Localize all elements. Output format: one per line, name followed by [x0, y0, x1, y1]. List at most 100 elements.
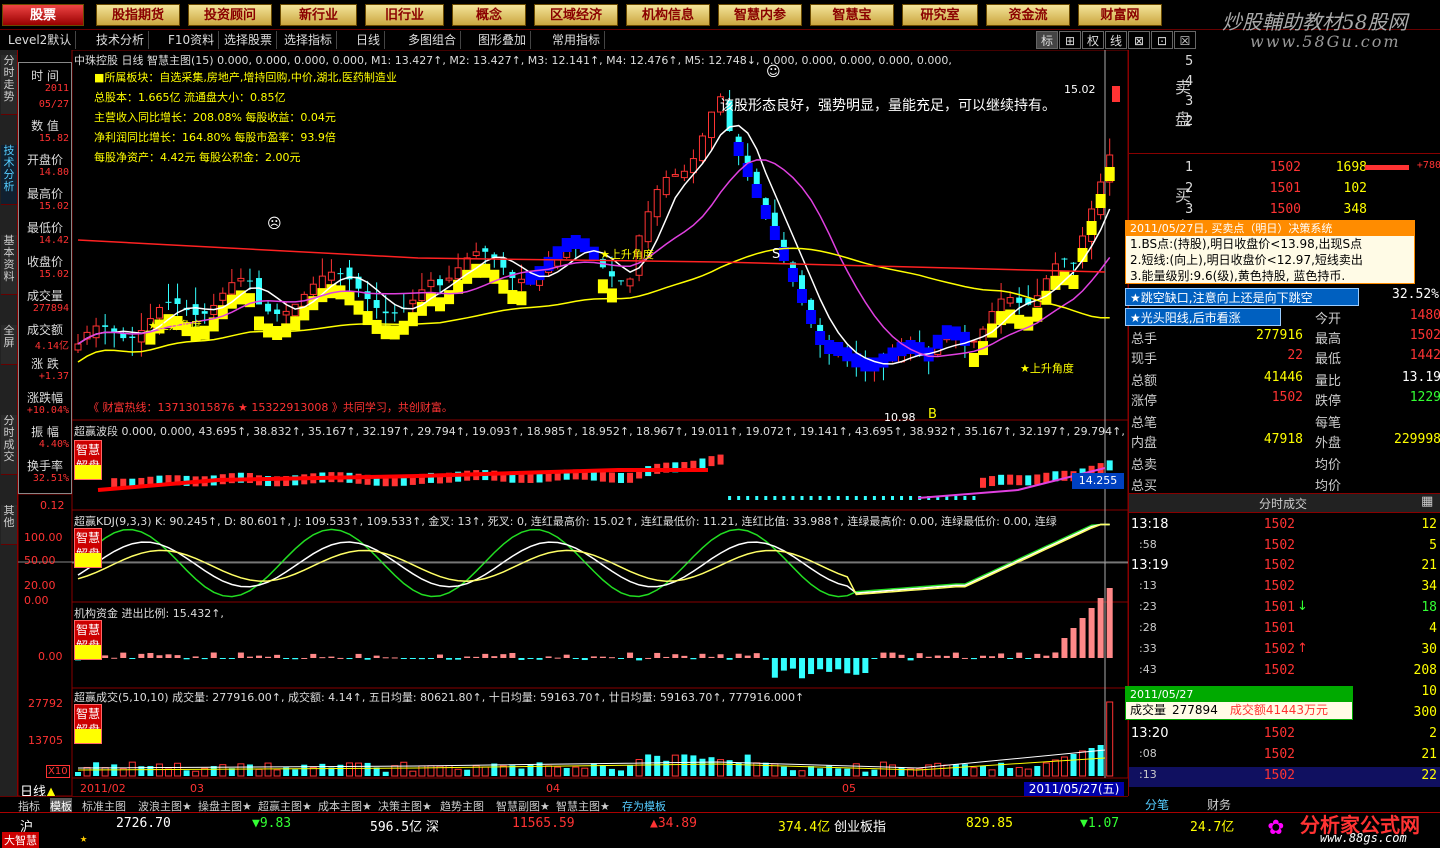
volume-bar: [835, 768, 842, 776]
menu-item-9[interactable]: 智慧宝: [810, 4, 894, 26]
volume-bar: [1106, 701, 1114, 777]
energy-block: [1050, 275, 1061, 290]
toolbar-item-1[interactable]: 技术分析: [92, 31, 150, 49]
candle-body-down: [201, 311, 208, 314]
toolbar-right-btn-2[interactable]: 权: [1082, 31, 1104, 49]
menu-item-4[interactable]: 旧行业: [365, 4, 444, 26]
toolbar-right-btn-1[interactable]: ⊞: [1059, 31, 1081, 49]
fund-bar: [735, 653, 742, 658]
quote-right-value-4: 1229: [1409, 390, 1440, 405]
volume-bar: [898, 767, 905, 776]
fund-bar: [844, 658, 851, 674]
toolbar-right-btn-0[interactable]: 标: [1036, 31, 1058, 49]
toolbar-item-6[interactable]: 多图组合: [404, 31, 462, 49]
fund-bar: [717, 654, 724, 658]
fund-bar: [636, 658, 643, 661]
left-nav-tab-3[interactable]: 全屏: [1, 325, 17, 365]
tick-vol: 18: [1421, 600, 1437, 615]
volume-popup-line: 成交量 277894 成交额41443万元: [1126, 702, 1352, 719]
decision-line-0: 1.BS点:(持股),明日收盘价<13.98,出现S点: [1130, 237, 1363, 251]
toolbar-item-3[interactable]: 选择股票: [220, 31, 278, 49]
fund-panel-tag[interactable]: 智慧解盘: [74, 620, 102, 660]
ticks-grid-icon[interactable]: ▦: [1421, 494, 1433, 509]
volume-bar: [798, 770, 806, 777]
toolbar-item-4[interactable]: 选择指标: [280, 31, 338, 49]
candle-body-down: [608, 271, 615, 277]
fund-bar: [789, 658, 796, 669]
volume-bar: [427, 765, 435, 777]
menu-item-7[interactable]: 机构信息: [626, 4, 710, 26]
wave-bar: [717, 454, 724, 465]
candle-body-down: [165, 301, 172, 303]
menu-item-8[interactable]: 智慧内参: [718, 4, 802, 26]
volume-bar: [1042, 762, 1050, 777]
fund-bar: [663, 656, 670, 658]
fund-bar: [771, 658, 778, 678]
wave-panel-tag[interactable]: 智慧解盘: [74, 440, 102, 480]
tick-vol: 21: [1421, 558, 1437, 573]
signal-gap[interactable]: ★跳空缺口,注意向上还是向下跳空: [1125, 288, 1359, 306]
decision-popup: 2011/05/27日, 买卖点（明日）决策系统 1.BS点:(持股),明日收盘价…: [1125, 220, 1415, 284]
menu-item-3[interactable]: 新行业: [280, 4, 357, 26]
wave-bar: [708, 456, 715, 467]
menu-item-6[interactable]: 区域经济: [534, 4, 618, 26]
volume-bar: [1079, 750, 1087, 777]
quote-left-label-0: 总手: [1131, 332, 1158, 347]
candle-body-down: [382, 311, 389, 314]
info-value-9: +1.37: [38, 371, 69, 382]
right-tab-0[interactable]: 分笔: [1145, 796, 1169, 813]
toolbar-right-btn-3[interactable]: 线: [1105, 31, 1127, 49]
tick-arrow-icon: ↑: [1297, 641, 1308, 656]
rise-angle-label-1: ★上升角度: [148, 319, 202, 332]
toolbar-item-2[interactable]: F10资料: [164, 31, 220, 49]
signal-bald[interactable]: ★光头阳线,后市看涨: [1125, 308, 1281, 326]
toolbar-right-btn-4[interactable]: ⊠: [1128, 31, 1150, 49]
candle-body-down: [337, 273, 344, 275]
volume-bar: [627, 764, 634, 776]
toolbar-item-5[interactable]: 日线: [352, 31, 386, 49]
candle-body-up: [644, 211, 652, 243]
tick-vol: 10: [1421, 684, 1437, 699]
menu-item-10[interactable]: 研究室: [902, 4, 978, 26]
fund-bar: [527, 658, 534, 659]
wave-bar: [608, 472, 615, 483]
fund-bar: [980, 655, 986, 658]
left-nav-tab-4[interactable]: 分时成交: [1, 415, 17, 475]
energy-block: [579, 238, 590, 253]
toolbar-right-btn-5[interactable]: ⊡: [1151, 31, 1173, 49]
toolbar-item-7[interactable]: 图形叠加: [474, 31, 532, 49]
info-value-6: 15.02: [38, 269, 69, 280]
menu-item-5[interactable]: 概念: [452, 4, 526, 26]
toolbar-right-btn-6[interactable]: ☒: [1174, 31, 1196, 49]
quote-right-label-0: 今开: [1315, 312, 1342, 327]
tick-price: 1502: [1263, 558, 1295, 573]
left-nav-tab-5[interactable]: 其他: [1, 505, 17, 545]
energy-block: [878, 353, 889, 368]
volume-bar: [409, 770, 417, 777]
fund-bar: [518, 658, 525, 660]
volume-bar: [988, 769, 996, 777]
toolbar-item-0[interactable]: Level2默认: [4, 31, 77, 49]
kdj-panel-tag[interactable]: 智慧解盘: [74, 528, 102, 568]
menu-item-1[interactable]: 股指期货: [96, 4, 180, 26]
left-nav-tab-1[interactable]: 技术分析: [1, 145, 17, 205]
fund-bar: [446, 658, 453, 660]
menu-item-0[interactable]: 股票: [2, 4, 84, 26]
fund-bar: [681, 655, 688, 658]
energy-block: [498, 279, 509, 294]
info-value-1: 05/27: [38, 99, 69, 110]
menu-item-11[interactable]: 资金流: [986, 4, 1070, 26]
status-cy-change: ▼1.07: [1080, 816, 1120, 831]
toolbar-item-8[interactable]: 常用指标: [548, 31, 606, 49]
energy-block: [941, 325, 952, 340]
left-nav-tab-2[interactable]: 基本资料: [1, 235, 17, 295]
tick-price: 1501: [1263, 621, 1295, 636]
menu-item-12[interactable]: 财富网: [1078, 4, 1162, 26]
menu-item-2[interactable]: 投资顾问: [188, 4, 272, 26]
fund-bar: [382, 657, 389, 659]
right-tab-1[interactable]: 财务: [1207, 796, 1231, 813]
left-nav-tab-0[interactable]: 分时走势: [1, 55, 17, 115]
vol-panel-tag[interactable]: 智慧解盘: [74, 704, 102, 744]
volume-bar: [889, 764, 896, 777]
volume-bar: [255, 768, 263, 777]
